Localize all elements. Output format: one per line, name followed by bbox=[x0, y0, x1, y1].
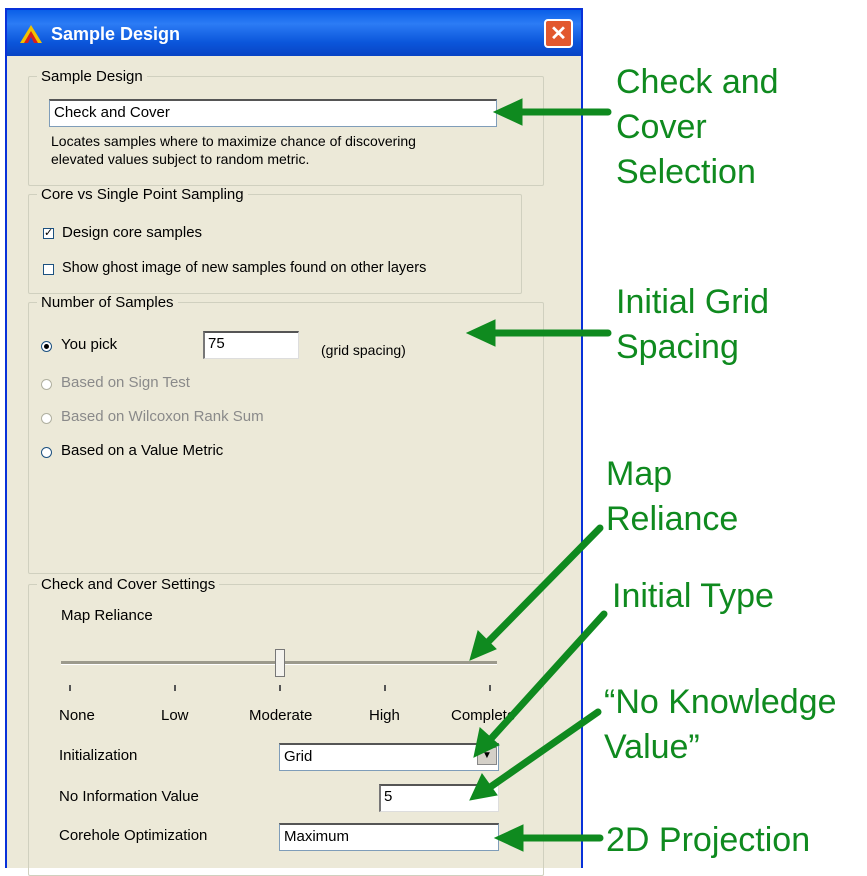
annotation-arrows bbox=[465, 98, 612, 852]
arrow-head bbox=[493, 824, 524, 852]
arrow-head bbox=[465, 319, 496, 347]
arrow-map-reliance bbox=[481, 524, 604, 649]
arrow-head bbox=[492, 98, 523, 126]
